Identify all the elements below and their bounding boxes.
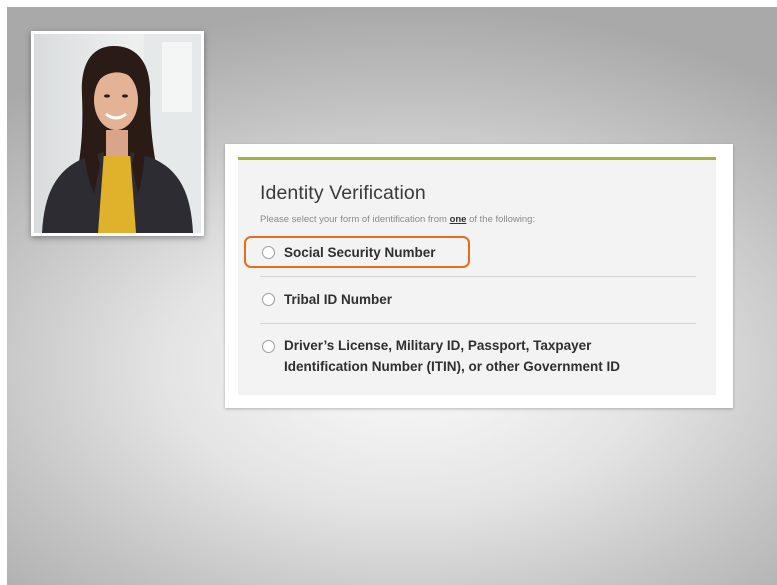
- presenter-image: [34, 34, 201, 233]
- card-title: Identity Verification: [260, 182, 426, 204]
- option-social-security-number[interactable]: Social Security Number: [260, 242, 696, 263]
- divider: [260, 276, 696, 277]
- instruction-text-after: of the following:: [466, 214, 536, 225]
- option-label: Social Security Number: [284, 245, 436, 260]
- radio-tribal-id-number[interactable]: [262, 293, 275, 306]
- radio-other-government-id[interactable]: [262, 340, 275, 353]
- option-label: Tribal ID Number: [284, 292, 393, 307]
- identity-verification-card: Identity Verification Please select your…: [225, 144, 733, 408]
- instruction-emphasis: one: [449, 214, 467, 225]
- option-tribal-id-number[interactable]: Tribal ID Number: [260, 289, 696, 310]
- divider: [260, 323, 696, 324]
- presenter-video-frame: [31, 31, 204, 236]
- presentation-slide: Identity Verification Please select your…: [7, 7, 777, 585]
- option-label-line2: Identification Number (ITIN), or other G…: [284, 359, 621, 374]
- instruction-text: Please select your form of identificatio…: [260, 214, 535, 225]
- radio-social-security-number[interactable]: [262, 246, 275, 259]
- option-other-government-id[interactable]: Driver’s License, Military ID, Passport,…: [260, 335, 696, 377]
- identity-verification-panel: Identity Verification Please select your…: [238, 157, 716, 395]
- option-label-line1: Driver’s License, Military ID, Passport,…: [284, 338, 592, 353]
- instruction-text-before: Please select your form of identificatio…: [260, 214, 450, 225]
